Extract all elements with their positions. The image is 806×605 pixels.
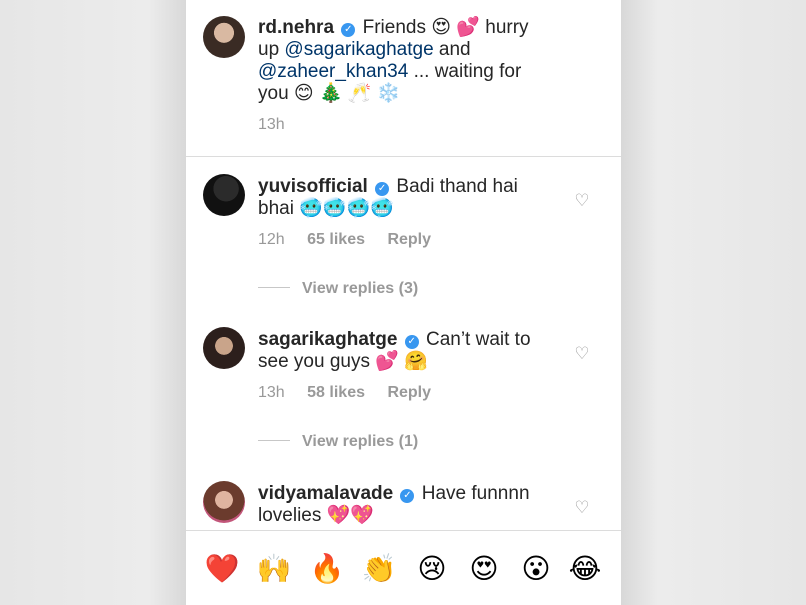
caption-username[interactable]: rd.nehra (258, 17, 334, 38)
avatar[interactable] (203, 327, 245, 369)
emoji-heart-button[interactable]: ❤️ (204, 551, 240, 587)
comment-line2: see you guys 💕 🤗 (258, 351, 428, 372)
avatar[interactable] (203, 481, 245, 523)
emoji-surprised-button[interactable]: 😮 (518, 551, 554, 587)
emoji-heart-eyes-button[interactable]: 😍 (466, 551, 502, 587)
comment-meta: 13h 58 likes Reply (258, 384, 449, 402)
comment-meta: 12h 65 likes Reply (258, 231, 449, 249)
like-heart-icon[interactable]: ♡ (573, 192, 591, 210)
caption-timestamp: 13h (258, 116, 285, 133)
comment-line1: Can’t wait to (425, 329, 531, 350)
like-heart-icon[interactable]: ♡ (573, 345, 591, 363)
caption-line3-suffix: ... waiting for (408, 61, 522, 82)
view-replies-button[interactable]: View replies (3) (258, 280, 418, 298)
emoji-reaction-bar: ❤️ 🙌 🔥 👏 😢 😍 😮 😂 (186, 530, 621, 605)
comment-username[interactable]: yuvisofficial (258, 176, 368, 197)
view-replies-button[interactable]: View replies (1) (258, 433, 418, 451)
comment-line1: Badi thand hai (396, 176, 518, 197)
comment-username[interactable]: vidyamalavade (258, 483, 393, 504)
background-right (621, 0, 806, 605)
reply-button[interactable]: Reply (387, 384, 431, 401)
comment-timestamp: 12h (258, 231, 285, 248)
emoji-laughing-button[interactable]: 😂 (567, 551, 603, 587)
view-replies-label: View replies (3) (302, 280, 419, 297)
mention-link[interactable]: @sagarikaghatge (284, 39, 433, 60)
post-caption: rd.nehra ✓ Friends 😍 💕 hurry up @sagarik… (186, 0, 621, 157)
comment-text: yuvisofficial ✓ Badi thand hai bhai 🥶🥶🥶🥶 (258, 176, 548, 220)
emoji-raised-hands-button[interactable]: 🙌 (256, 551, 292, 587)
caption-line4: you 😊 🎄 🥂 ❄️ (258, 83, 401, 104)
comment-text: vidyamalavade ✓ Have funnnn lovelies 💖💖 (258, 483, 548, 527)
caption-line2-suffix: and (433, 39, 471, 60)
verified-icon: ✓ (341, 23, 356, 37)
caption-line1: Friends 😍 💕 hurry (362, 17, 529, 38)
comment-text: sagarikaghatge ✓ Can’t wait to see you g… (258, 329, 548, 373)
caption-line2-prefix: up (258, 39, 285, 60)
comments-screen: rd.nehra ✓ Friends 😍 💕 hurry up @sagarik… (186, 0, 621, 605)
caption-meta: 13h (258, 116, 303, 134)
background-left (0, 0, 186, 605)
avatar[interactable] (203, 16, 245, 58)
divider-line (258, 287, 290, 288)
emoji-clap-button[interactable]: 👏 (361, 551, 397, 587)
caption-text: rd.nehra ✓ Friends 😍 💕 hurry up @sagarik… (258, 17, 548, 105)
verified-icon: ✓ (404, 335, 419, 349)
comment-line2: bhai 🥶🥶🥶🥶 (258, 198, 394, 219)
view-replies-label: View replies (1) (302, 433, 419, 450)
comment-timestamp: 13h (258, 384, 285, 401)
reply-button[interactable]: Reply (387, 231, 431, 248)
comment-line1: Have funnnn (421, 483, 530, 504)
emoji-fire-button[interactable]: 🔥 (309, 551, 345, 587)
comment-likes[interactable]: 58 likes (307, 384, 365, 401)
like-heart-icon[interactable]: ♡ (573, 499, 591, 517)
mention-link[interactable]: @zaheer_khan34 (258, 61, 408, 82)
divider-line (258, 440, 290, 441)
avatar[interactable] (203, 174, 245, 216)
emoji-crying-button[interactable]: 😢 (414, 551, 450, 587)
verified-icon: ✓ (375, 182, 390, 196)
comment-username[interactable]: sagarikaghatge (258, 329, 397, 350)
comment-likes[interactable]: 65 likes (307, 231, 365, 248)
verified-icon: ✓ (400, 489, 415, 503)
comment-line2: lovelies 💖💖 (258, 505, 374, 526)
